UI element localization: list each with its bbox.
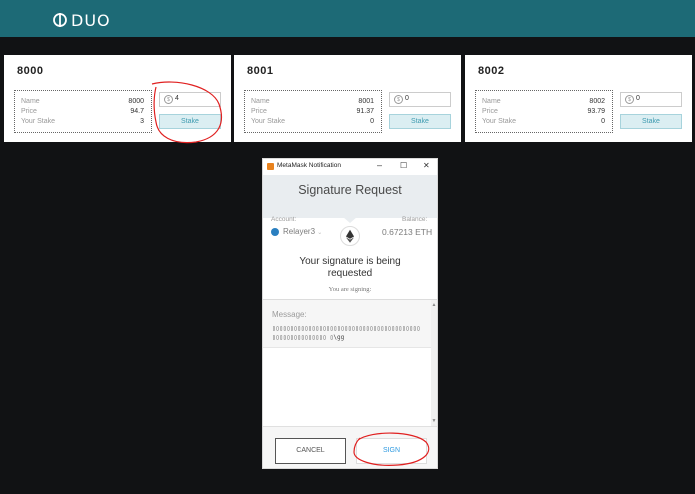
card-info-box: Name 8001 Price 91.37 Your Stake 0 — [244, 90, 382, 133]
card-info-box: Name 8002 Price 93.79 Your Stake 0 — [475, 90, 613, 133]
name-row: Name 8001 — [251, 98, 377, 108]
name-value: 8002 — [589, 98, 605, 105]
stake-value: 0 — [601, 118, 605, 125]
account-avatar — [271, 228, 279, 236]
minimize-icon[interactable]: – — [377, 160, 382, 170]
message-scrollbar[interactable]: ▲ ▼ — [431, 300, 437, 426]
price-label: Price — [21, 108, 37, 115]
duo-logo[interactable]: DUO — [52, 10, 111, 30]
logo-text: DUO — [71, 10, 111, 30]
price-value: 94.7 — [130, 108, 144, 115]
card-title: 8001 — [247, 65, 274, 77]
balance-label: Balance: — [402, 216, 428, 223]
stake-label: Your Stake — [21, 118, 55, 125]
strategy-card-8000: 8000 Name 8000 Price 94.7 Your Stake 3 $ 4 … — [4, 55, 231, 142]
scroll-down-icon[interactable]: ▼ — [431, 418, 437, 424]
balance-value: 0.67213 ETH — [382, 227, 433, 237]
price-row: Price 93.79 — [482, 108, 608, 118]
stake-amount-input[interactable]: $ 4 — [159, 92, 221, 107]
ethereum-icon — [340, 226, 360, 246]
card-title: 8002 — [478, 65, 505, 77]
chevron-down-icon: ⌄ — [317, 230, 323, 236]
stake-amount-value: 0 — [405, 95, 409, 102]
name-label: Name — [482, 98, 501, 105]
stake-button[interactable]: Stake — [389, 114, 451, 129]
window-title: MetaMask Notification — [277, 162, 341, 169]
name-value: 8000 — [128, 98, 144, 105]
strategy-card-8002: 8002 Name 8002 Price 93.79 Your Stake 0 $ 0… — [465, 55, 692, 142]
scroll-up-icon[interactable]: ▲ — [431, 302, 437, 308]
message-section: Message: ▯▯▯▯▯▯▯▯▯▯▯▯▯▯▯▯▯▯▯▯▯▯▯▯▯▯▯▯▯▯▯… — [263, 300, 431, 348]
price-value: 93.79 — [587, 108, 605, 115]
window-titlebar[interactable]: MetaMask Notification – ☐ ✕ — [263, 159, 437, 175]
stake-row: Your Stake 3 — [21, 118, 147, 128]
coin-icon: $ — [625, 95, 634, 104]
message-box[interactable]: Message: ▯▯▯▯▯▯▯▯▯▯▯▯▯▯▯▯▯▯▯▯▯▯▯▯▯▯▯▯▯▯▯… — [263, 299, 437, 426]
signature-request-title: Signature Request — [298, 183, 402, 197]
stake-value: 0 — [370, 118, 374, 125]
stake-amount-input[interactable]: $ 0 — [389, 92, 451, 107]
message-label: Message: — [272, 310, 307, 319]
duo-logo-icon — [53, 13, 67, 27]
request-line-1: Your signature is being — [299, 256, 401, 267]
stake-row: Your Stake 0 — [251, 118, 377, 128]
price-label: Price — [482, 108, 498, 115]
stake-amount-value: 0 — [636, 95, 640, 102]
stake-label: Your Stake — [482, 118, 516, 125]
maximize-icon[interactable]: ☐ — [400, 161, 407, 170]
strategy-card-8001: 8001 Name 8001 Price 91.37 Your Stake 0 $ 0… — [234, 55, 461, 142]
name-label: Name — [251, 98, 270, 105]
coin-icon: $ — [394, 95, 403, 104]
name-row: Name 8002 — [482, 98, 608, 108]
price-row: Price 91.37 — [251, 108, 377, 118]
price-row: Price 94.7 — [21, 108, 147, 118]
stake-button[interactable]: Stake — [620, 114, 682, 129]
signing-label: You are signing: — [328, 286, 372, 293]
stake-row: Your Stake 0 — [482, 118, 608, 128]
price-value: 91.37 — [356, 108, 374, 115]
card-info-box: Name 8000 Price 94.7 Your Stake 3 — [14, 90, 152, 133]
card-title: 8000 — [17, 65, 44, 77]
account-label: Account: — [271, 216, 297, 223]
stake-amount-value: 4 — [175, 95, 179, 102]
stake-button[interactable]: Stake — [159, 114, 221, 129]
account-name: Relayer3 — [283, 227, 316, 236]
action-footer: CANCEL SIGN — [263, 426, 437, 468]
account-selector[interactable]: Relayer3 ⌄ — [283, 227, 322, 236]
name-value: 8001 — [358, 98, 374, 105]
metamask-fox-icon — [267, 163, 274, 170]
message-text: ▯▯▯▯▯▯▯▯▯▯▯▯▯▯▯▯▯▯▯▯▯▯▯▯▯▯▯▯▯▯▯▯▯▯▯▯▯▯▯▯… — [272, 325, 421, 341]
sign-button[interactable]: SIGN — [356, 438, 427, 464]
header-notch — [343, 217, 357, 223]
request-line-2: requested — [327, 268, 373, 279]
name-label: Name — [21, 98, 40, 105]
cancel-button[interactable]: CANCEL — [275, 438, 346, 464]
price-label: Price — [251, 108, 267, 115]
top-bar: DUO — [0, 0, 695, 37]
coin-icon: $ — [164, 95, 173, 104]
name-row: Name 8000 — [21, 98, 147, 108]
stake-label: Your Stake — [251, 118, 285, 125]
stake-amount-input[interactable]: $ 0 — [620, 92, 682, 107]
signature-requested-text: Your signature is being requested — [262, 256, 438, 280]
close-icon[interactable]: ✕ — [423, 161, 430, 170]
stake-value: 3 — [140, 118, 144, 125]
